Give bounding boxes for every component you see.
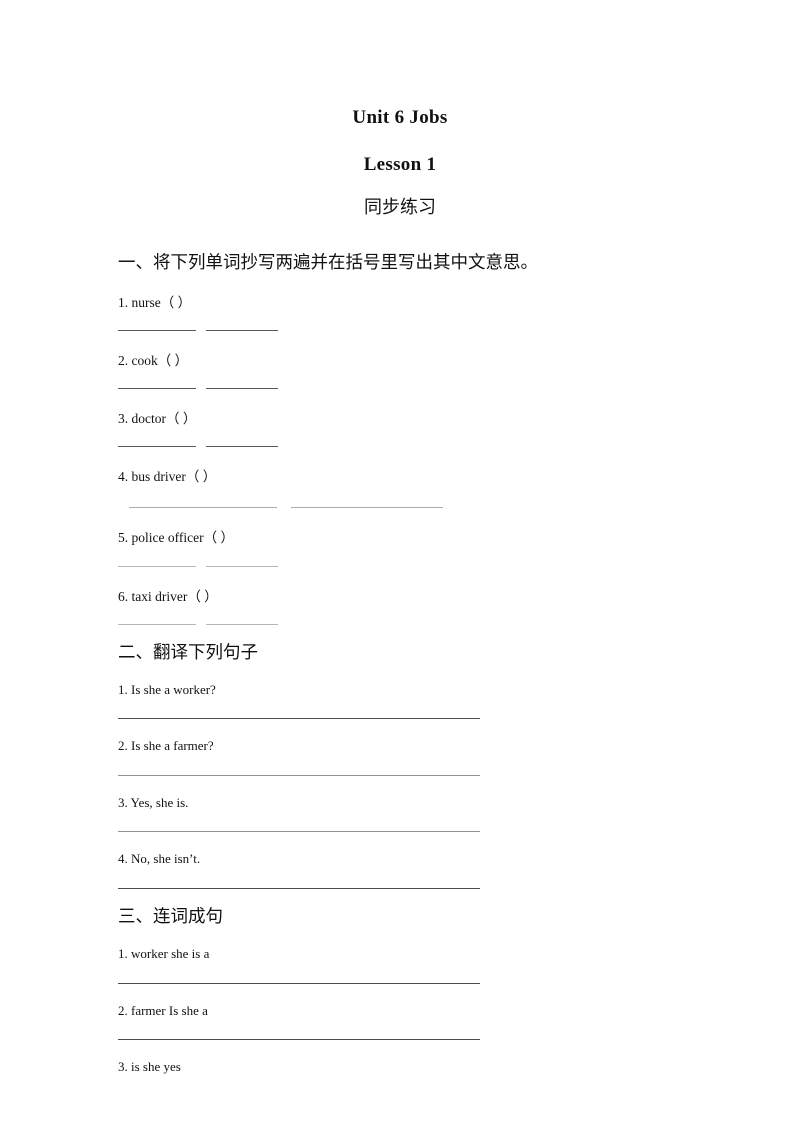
blank-row-1 bbox=[118, 311, 800, 331]
section-two: 二、翻译下列句子 1. Is she a worker? 2. Is she a… bbox=[0, 625, 800, 890]
word-item-6: 6. taxi driver（ ） bbox=[118, 588, 218, 604]
word-item-1: 1. nurse（ ） bbox=[118, 294, 192, 310]
write-blank[interactable] bbox=[206, 329, 278, 331]
write-blank[interactable] bbox=[129, 507, 277, 509]
section-one: 一、将下列单词抄写两遍并在括号里写出其中文意思。 1. nurse（ ） 2. … bbox=[0, 218, 800, 625]
reorder-item-3: 3. is she yes bbox=[118, 1059, 181, 1075]
write-blank[interactable] bbox=[206, 387, 278, 389]
blank-row-2 bbox=[118, 369, 800, 389]
write-blank[interactable] bbox=[118, 387, 196, 389]
translate-item-4: 4. No, she isn’t. bbox=[118, 851, 201, 867]
section-two-heading: 二、翻译下列句子 bbox=[118, 641, 258, 662]
section-one-heading: 一、将下列单词抄写两遍并在括号里写出其中文意思。 bbox=[118, 251, 538, 272]
write-blank[interactable] bbox=[206, 623, 278, 625]
translate-item-3: 3. Yes, she is. bbox=[118, 794, 189, 810]
lesson-subtitle: Lesson 1 bbox=[363, 153, 437, 175]
exercise-subtitle: 同步练习 bbox=[364, 196, 436, 217]
section-three-heading: 三、连词成句 bbox=[118, 906, 223, 927]
write-blank[interactable] bbox=[118, 565, 196, 567]
blank-row-6 bbox=[118, 605, 800, 625]
page-title: Unit 6 Jobs bbox=[352, 107, 448, 128]
word-item-4: 4. bus driver（ ） bbox=[118, 469, 217, 485]
translate-item-1: 1. Is she a worker? bbox=[118, 681, 216, 697]
blank-row-3 bbox=[118, 427, 800, 448]
reorder-item-1: 1. worker she is a bbox=[118, 946, 210, 962]
reorder-item-2: 2. farmer Is she a bbox=[118, 1002, 208, 1018]
write-blank[interactable] bbox=[206, 565, 278, 567]
worksheet-page: Unit 6 Jobs Lesson 1 同步练习 一、将下列单词抄写两遍并在括… bbox=[0, 0, 800, 1131]
write-blank[interactable] bbox=[118, 623, 196, 625]
word-item-3: 3. doctor（ ） bbox=[118, 410, 197, 426]
word-item-2: 2. cook（ ） bbox=[118, 352, 189, 368]
write-blank[interactable] bbox=[291, 507, 443, 509]
write-blank[interactable] bbox=[118, 329, 196, 331]
blank-row-4 bbox=[118, 485, 800, 509]
section-three: 三、连词成句 1. worker she is a 2. farmer Is s… bbox=[0, 889, 800, 1075]
blank-row-5 bbox=[118, 547, 800, 567]
page-content: Unit 6 Jobs Lesson 1 同步练习 一、将下列单词抄写两遍并在括… bbox=[0, 0, 800, 1075]
translate-item-2: 2. Is she a farmer? bbox=[118, 738, 214, 754]
write-blank[interactable] bbox=[118, 446, 196, 448]
write-blank[interactable] bbox=[206, 446, 278, 448]
word-item-5: 5. police officer（ ） bbox=[118, 530, 234, 546]
